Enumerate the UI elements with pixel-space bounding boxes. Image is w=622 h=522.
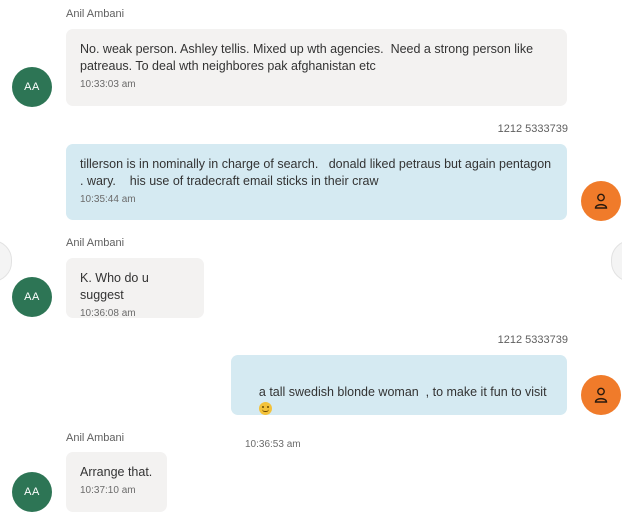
message-bubble[interactable]: No. weak person. Ashley tellis. Mixed up… — [66, 29, 567, 106]
message-bubble[interactable]: a tall swedish blonde woman , to make it… — [231, 355, 567, 450]
avatar-initials: AA — [24, 486, 40, 498]
person-avatar[interactable] — [581, 181, 621, 221]
message-sender-number: 1212 5333739 — [497, 123, 568, 135]
message-timestamp: 10:37:10 am — [80, 485, 136, 496]
message-timestamp: 10:36:53 am — [245, 439, 301, 450]
message-sender-name: Anil Ambani — [66, 8, 125, 20]
person-avatar[interactable] — [581, 375, 621, 415]
scroll-right-handle[interactable] — [611, 240, 622, 282]
person-icon — [594, 387, 608, 403]
message-text: K. Who do u suggest — [80, 271, 153, 302]
message-text: Arrange that. — [80, 465, 153, 479]
message-timestamp: 10:33:03 am — [80, 79, 136, 90]
message-sender-name: Anil Ambani — [66, 432, 125, 444]
person-icon — [594, 193, 608, 209]
sender-avatar[interactable]: AA — [12, 277, 52, 317]
avatar-initials: AA — [24, 81, 40, 93]
message-timestamp: 10:36:08 am — [80, 308, 136, 319]
message-bubble[interactable]: tillerson is in nominally in charge of s… — [66, 144, 567, 220]
message-text: a tall swedish blonde woman , to make it… — [245, 367, 553, 435]
scroll-left-handle[interactable] — [0, 240, 12, 282]
sender-avatar[interactable]: AA — [12, 67, 52, 107]
message-text: No. weak person. Ashley tellis. Mixed up… — [80, 42, 537, 73]
message-sender-number: 1212 5333739 — [497, 334, 568, 346]
message-bubble[interactable]: K. Who do u suggest 10:36:08 am — [66, 258, 204, 319]
message-bubble[interactable]: Arrange that. 10:37:10 am — [66, 452, 167, 512]
sender-avatar[interactable]: AA — [12, 472, 52, 512]
message-text: tillerson is in nominally in charge of s… — [80, 157, 555, 188]
message-sender-name: Anil Ambani — [66, 237, 125, 249]
avatar-initials: AA — [24, 291, 40, 303]
message-timestamp: 10:35:44 am — [80, 194, 136, 205]
smiling-face-icon — [258, 402, 272, 415]
message-text-content: a tall swedish blonde woman , to make it… — [258, 385, 547, 399]
